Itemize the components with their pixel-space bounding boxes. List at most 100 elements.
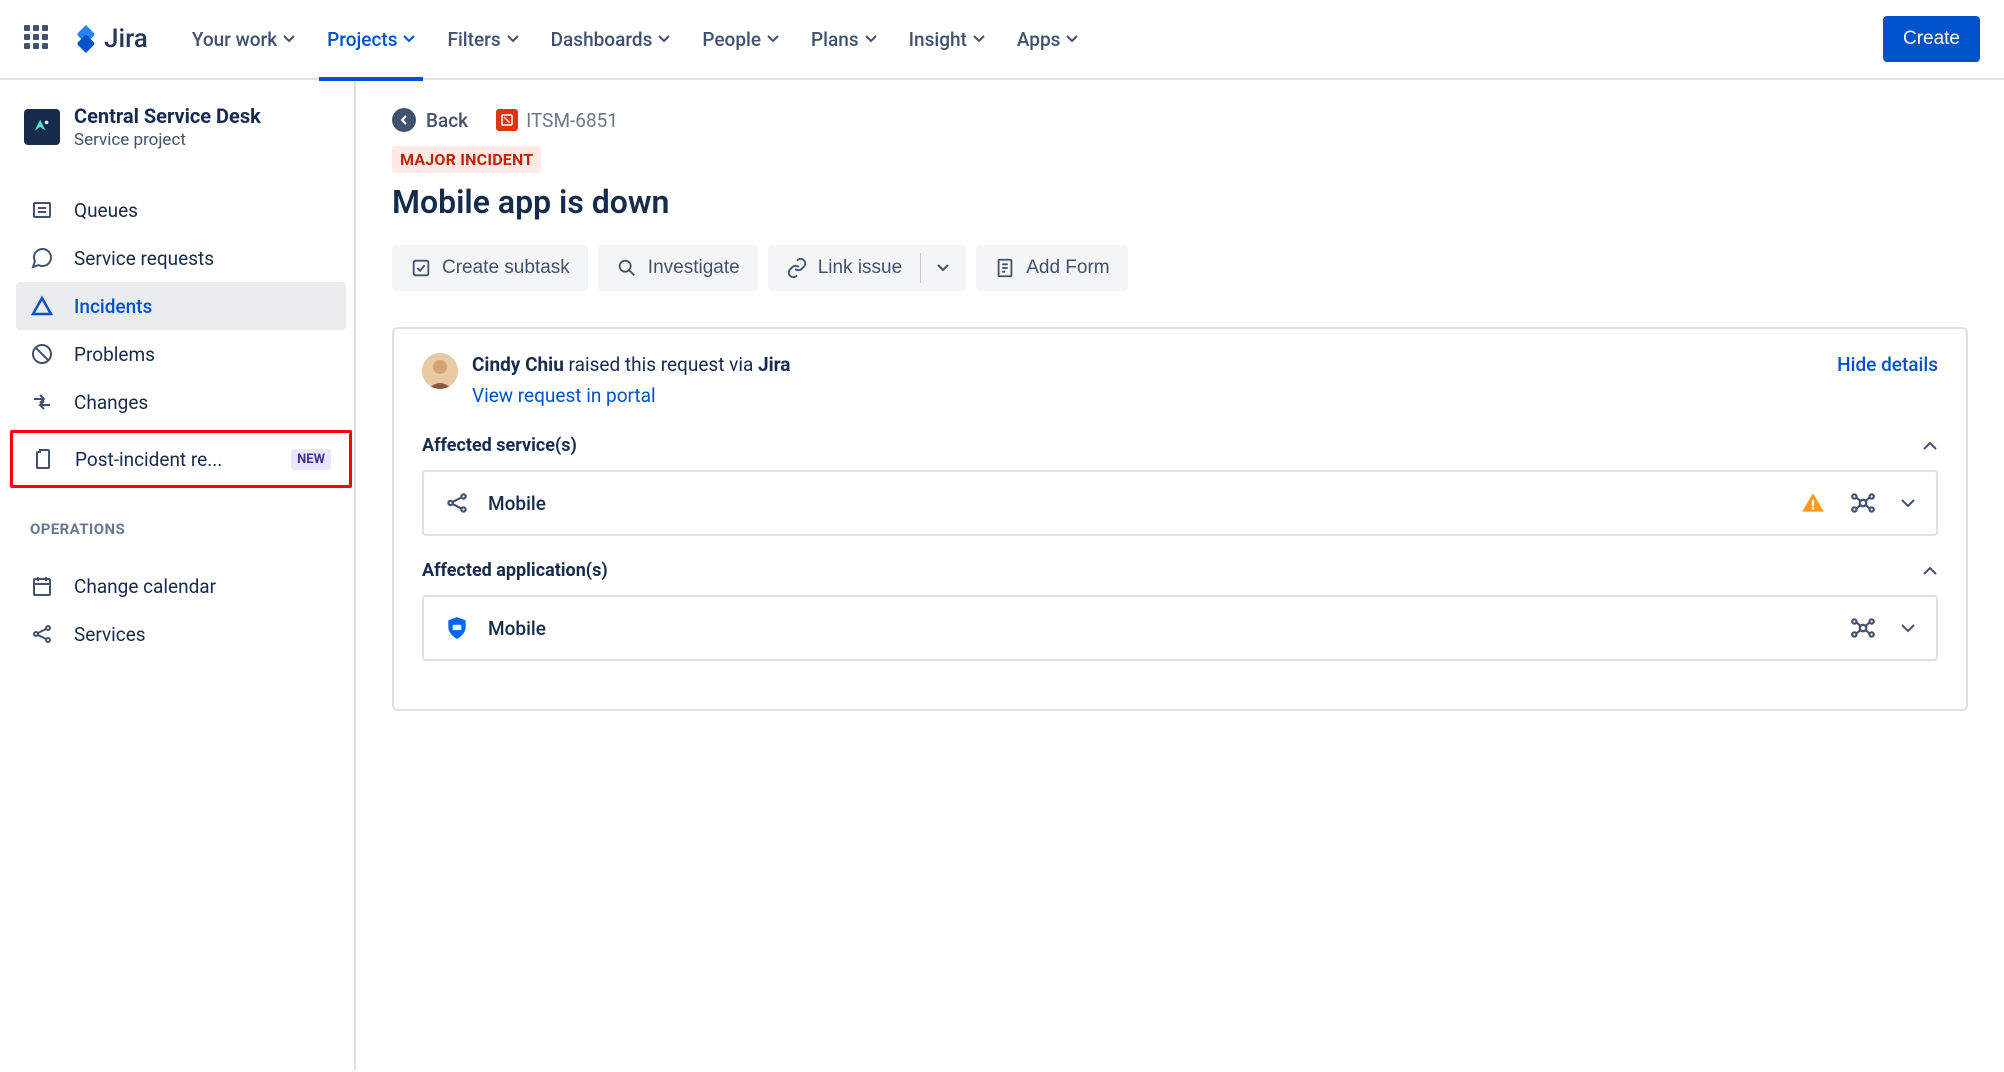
- subtask-icon: [410, 257, 432, 279]
- add-form-button[interactable]: Add Form: [976, 245, 1127, 291]
- breadcrumb: Back ITSM-6851: [392, 108, 1968, 132]
- expand-button[interactable]: [1900, 622, 1916, 634]
- sidebar-item-label: Change calendar: [74, 575, 216, 598]
- incident-type-icon: [496, 109, 518, 131]
- sidebar-item-service-requests[interactable]: Service requests: [16, 234, 346, 282]
- sidebar-item-label: Post-incident re...: [75, 448, 222, 471]
- link-issue-button[interactable]: Link issue: [768, 245, 921, 291]
- issue-key-link[interactable]: ITSM-6851: [496, 109, 618, 132]
- service-name: Mobile: [488, 492, 1782, 515]
- sidebar-item-problems[interactable]: Problems: [16, 330, 346, 378]
- network-icon: [444, 490, 470, 516]
- main-content: Back ITSM-6851 MAJOR INCIDENT Mobile app…: [356, 80, 2004, 1070]
- affected-application-item[interactable]: Mobile: [422, 595, 1938, 661]
- chat-icon: [30, 246, 54, 270]
- create-button[interactable]: Create: [1883, 16, 1980, 62]
- expand-button[interactable]: [1900, 497, 1916, 509]
- request-details-panel: Cindy Chiu raised this request via Jira …: [392, 327, 1968, 711]
- hide-details-link[interactable]: Hide details: [1837, 353, 1938, 376]
- requester-row: Cindy Chiu raised this request via Jira …: [422, 353, 1938, 407]
- nav-projects[interactable]: Projects: [315, 22, 427, 57]
- application-name: Mobile: [488, 617, 1832, 640]
- network-icon: [30, 622, 54, 646]
- project-header[interactable]: Central Service Desk Service project: [16, 104, 346, 170]
- section-title: Affected service(s): [422, 435, 577, 456]
- warning-icon: [1800, 490, 1826, 516]
- project-type: Service project: [74, 130, 261, 150]
- operations-heading: OPERATIONS: [16, 492, 346, 546]
- chevron-down-icon: [1066, 35, 1078, 43]
- view-in-portal-link[interactable]: View request in portal: [472, 384, 656, 407]
- form-icon: [994, 257, 1016, 279]
- cancel-icon: [30, 342, 54, 366]
- nav-people[interactable]: People: [690, 22, 791, 57]
- requester-text: Cindy Chiu raised this request via Jira: [472, 353, 790, 376]
- affected-services-header[interactable]: Affected service(s): [422, 435, 1938, 456]
- sidebar-item-queues[interactable]: Queues: [16, 186, 346, 234]
- graph-icon[interactable]: [1850, 615, 1876, 641]
- chevron-down-icon: [865, 35, 877, 43]
- alert-triangle-icon: [30, 294, 54, 318]
- new-lozenge: NEW: [291, 449, 331, 470]
- link-issue-dropdown[interactable]: [920, 245, 966, 291]
- chevron-up-icon: [1922, 565, 1938, 577]
- major-incident-badge: MAJOR INCIDENT: [392, 146, 541, 173]
- sidebar-item-post-incident-reviews[interactable]: Post-incident re... NEW: [10, 430, 352, 488]
- sidebar-item-label: Problems: [74, 343, 155, 366]
- section-title: Affected application(s): [422, 560, 608, 581]
- nav-filters[interactable]: Filters: [435, 22, 530, 57]
- sidebar-item-label: Service requests: [74, 247, 214, 270]
- jira-logo[interactable]: Jira: [72, 24, 148, 54]
- sidebar-item-services[interactable]: Services: [16, 610, 346, 658]
- sidebar-item-label: Changes: [74, 391, 148, 414]
- arrow-left-icon: [392, 108, 416, 132]
- action-bar: Create subtask Investigate Link issue Ad…: [392, 245, 1968, 291]
- jira-icon: [72, 25, 100, 53]
- link-icon: [786, 257, 808, 279]
- chevron-down-icon: [973, 35, 985, 43]
- search-icon: [616, 257, 638, 279]
- requester-avatar[interactable]: [422, 353, 458, 389]
- chevron-down-icon: [283, 35, 295, 43]
- create-subtask-button[interactable]: Create subtask: [392, 245, 588, 291]
- calendar-icon: [30, 574, 54, 598]
- chevron-down-icon: [403, 35, 415, 43]
- sidebar-item-changes[interactable]: Changes: [16, 378, 346, 426]
- affected-applications-header[interactable]: Affected application(s): [422, 560, 1938, 581]
- chevron-down-icon: [936, 263, 950, 273]
- top-nav-menu: Your work Projects Filters Dashboards Pe…: [180, 22, 1091, 57]
- nav-your-work[interactable]: Your work: [180, 22, 307, 57]
- issue-title[interactable]: Mobile app is down: [392, 183, 1968, 221]
- nav-dashboards[interactable]: Dashboards: [539, 22, 683, 57]
- top-navigation: Jira Your work Projects Filters Dashboar…: [0, 0, 2004, 80]
- project-name: Central Service Desk: [74, 104, 261, 128]
- investigate-button[interactable]: Investigate: [598, 245, 758, 291]
- project-icon: [24, 109, 60, 145]
- chevron-up-icon: [1922, 440, 1938, 452]
- swap-icon: [30, 390, 54, 414]
- graph-icon[interactable]: [1850, 490, 1876, 516]
- app-switcher-icon[interactable]: [24, 25, 52, 53]
- sidebar-item-label: Services: [74, 623, 146, 646]
- sidebar-item-label: Queues: [74, 199, 138, 222]
- shield-icon: [444, 615, 470, 641]
- sidebar-operations-nav: Change calendar Services: [16, 562, 346, 658]
- nav-apps[interactable]: Apps: [1005, 22, 1091, 57]
- chevron-down-icon: [767, 35, 779, 43]
- sidebar-item-change-calendar[interactable]: Change calendar: [16, 562, 346, 610]
- jira-product-name: Jira: [104, 24, 148, 54]
- chevron-down-icon: [507, 35, 519, 43]
- sidebar-nav: Queues Service requests Incidents Proble…: [16, 186, 346, 488]
- back-label: Back: [426, 109, 468, 132]
- nav-insight[interactable]: Insight: [897, 22, 997, 57]
- affected-service-item[interactable]: Mobile: [422, 470, 1938, 536]
- chevron-down-icon: [658, 35, 670, 43]
- sidebar-item-incidents[interactable]: Incidents: [16, 282, 346, 330]
- back-button[interactable]: Back: [392, 108, 468, 132]
- document-icon: [31, 447, 55, 471]
- queue-icon: [30, 198, 54, 222]
- sidebar: Central Service Desk Service project Que…: [0, 80, 356, 1070]
- sidebar-item-label: Incidents: [74, 295, 152, 318]
- issue-key-text: ITSM-6851: [526, 109, 618, 132]
- nav-plans[interactable]: Plans: [799, 22, 889, 57]
